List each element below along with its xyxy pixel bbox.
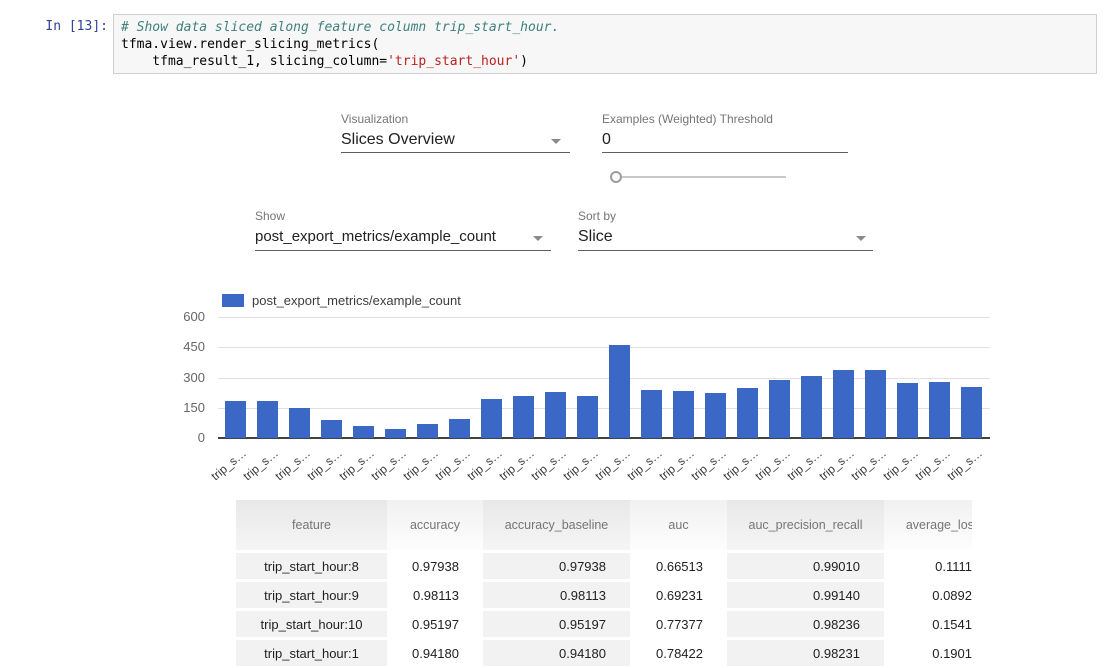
column-header-auc[interactable]: auc [630, 500, 727, 550]
bar-6[interactable] [417, 424, 438, 438]
column-header-auc_precision_recall[interactable]: auc_precision_recall [727, 500, 884, 550]
threshold-label: Examples (Weighted) Threshold [602, 112, 773, 126]
table-row: trip_start_hour:90.981130.981130.692310.… [236, 582, 972, 608]
metric-cell: 0.1111 [884, 553, 972, 579]
legend-label: post_export_metrics/example_count [252, 293, 461, 308]
sort-underline [578, 250, 873, 251]
y-tick-label: 0 [165, 430, 205, 445]
bar-20[interactable] [865, 370, 886, 438]
metric-cell: 0.95197 [483, 611, 630, 637]
sort-by-value[interactable]: Slice [578, 228, 613, 246]
chart-plot-area: trip_s…trip_s…trip_s…trip_s…trip_s…trip_… [218, 317, 990, 438]
bar-17[interactable] [769, 380, 790, 438]
metric-cell: 0.1541 [884, 611, 972, 637]
bar-5[interactable] [385, 429, 406, 438]
metric-cell: 0.94180 [483, 640, 630, 666]
sort-by-label: Sort by [578, 209, 616, 223]
bar-22[interactable] [929, 382, 950, 438]
bar-14[interactable] [673, 391, 694, 438]
table-header-row: featureaccuracyaccuracy_baselineaucauc_p… [236, 500, 972, 550]
table-row: trip_start_hour:10.941800.941800.784220.… [236, 640, 972, 666]
bar-2[interactable] [289, 408, 310, 438]
metric-cell: 0.98113 [483, 582, 630, 608]
visualization-label: Visualization [341, 112, 408, 126]
metric-cell: 0.98236 [727, 611, 884, 637]
column-header-average_loss[interactable]: average_loss [884, 500, 972, 550]
metric-cell: 0.66513 [630, 553, 727, 579]
metrics-table: featureaccuracyaccuracy_baselineaucauc_p… [236, 500, 972, 668]
chevron-down-icon[interactable] [856, 236, 866, 241]
metric-cell: 0.98231 [727, 640, 884, 666]
bar-1[interactable] [257, 401, 278, 439]
threshold-slider-track[interactable] [614, 176, 786, 178]
legend-swatch [222, 294, 244, 307]
y-tick-label: 600 [165, 309, 205, 324]
threshold-underline [602, 152, 848, 153]
cell-input-prompt: In [13]: [36, 19, 108, 35]
feature-cell: trip_start_hour:8 [236, 553, 387, 579]
metric-cell: 0.94180 [387, 640, 483, 666]
gridline [218, 347, 990, 348]
bar-0[interactable] [225, 401, 246, 439]
feature-cell: trip_start_hour:9 [236, 582, 387, 608]
code-line-2: tfma.view.render_slicing_metrics( [121, 36, 1089, 53]
threshold-slider-handle[interactable] [610, 171, 622, 183]
metric-cell: 0.99010 [727, 553, 884, 579]
bar-23[interactable] [961, 387, 982, 438]
code-comment: # Show data sliced along feature column … [121, 20, 559, 35]
feature-cell: trip_start_hour:1 [236, 640, 387, 666]
bar-12[interactable] [609, 345, 630, 438]
metric-cell: 0.99140 [727, 582, 884, 608]
metric-cell: 0.0892 [884, 582, 972, 608]
visualization-underline [341, 152, 570, 153]
bar-8[interactable] [481, 399, 502, 438]
bar-7[interactable] [449, 419, 470, 438]
feature-cell: trip_start_hour:10 [236, 611, 387, 637]
bar-9[interactable] [513, 396, 534, 438]
bar-4[interactable] [353, 426, 374, 438]
gridline [218, 317, 990, 318]
column-header-accuracy_baseline[interactable]: accuracy_baseline [483, 500, 630, 550]
chevron-down-icon[interactable] [533, 236, 543, 241]
column-header-accuracy[interactable]: accuracy [387, 500, 483, 550]
notebook-output-screen: In [13]: # Show data sliced along featur… [0, 0, 1111, 668]
column-header-feature[interactable]: feature [236, 500, 387, 550]
bar-16[interactable] [737, 388, 758, 438]
threshold-value[interactable]: 0 [602, 131, 611, 149]
metric-cell: 0.95197 [387, 611, 483, 637]
y-tick-label: 300 [165, 370, 205, 385]
bar-11[interactable] [577, 396, 598, 438]
bar-13[interactable] [641, 390, 662, 438]
bar-19[interactable] [833, 370, 854, 438]
show-metric-value[interactable]: post_export_metrics/example_count [255, 228, 496, 245]
metric-cell: 0.77377 [630, 611, 727, 637]
chevron-down-icon[interactable] [551, 139, 561, 144]
code-string-literal: 'trip_start_hour' [387, 54, 520, 69]
metric-cell: 0.98113 [387, 582, 483, 608]
bar-21[interactable] [897, 383, 918, 438]
table-row: trip_start_hour:100.951970.951970.773770… [236, 611, 972, 637]
show-label: Show [255, 209, 285, 223]
metric-cell: 0.1901 [884, 640, 972, 666]
metric-cell: 0.97938 [387, 553, 483, 579]
bar-3[interactable] [321, 420, 342, 438]
table-row: trip_start_hour:80.979380.979380.665130.… [236, 553, 972, 579]
y-tick-label: 150 [165, 400, 205, 415]
metric-cell: 0.78422 [630, 640, 727, 666]
bar-18[interactable] [801, 376, 822, 438]
metric-cell: 0.69231 [630, 582, 727, 608]
y-tick-label: 450 [165, 339, 205, 354]
code-line-3: tfma_result_1, slicing_column='trip_star… [121, 53, 1089, 70]
code-cell-editor[interactable]: # Show data sliced along feature column … [113, 14, 1097, 74]
visualization-value[interactable]: Slices Overview [341, 131, 455, 149]
bar-10[interactable] [545, 392, 566, 438]
metric-cell: 0.97938 [483, 553, 630, 579]
bar-15[interactable] [705, 393, 726, 438]
show-underline [255, 250, 551, 251]
